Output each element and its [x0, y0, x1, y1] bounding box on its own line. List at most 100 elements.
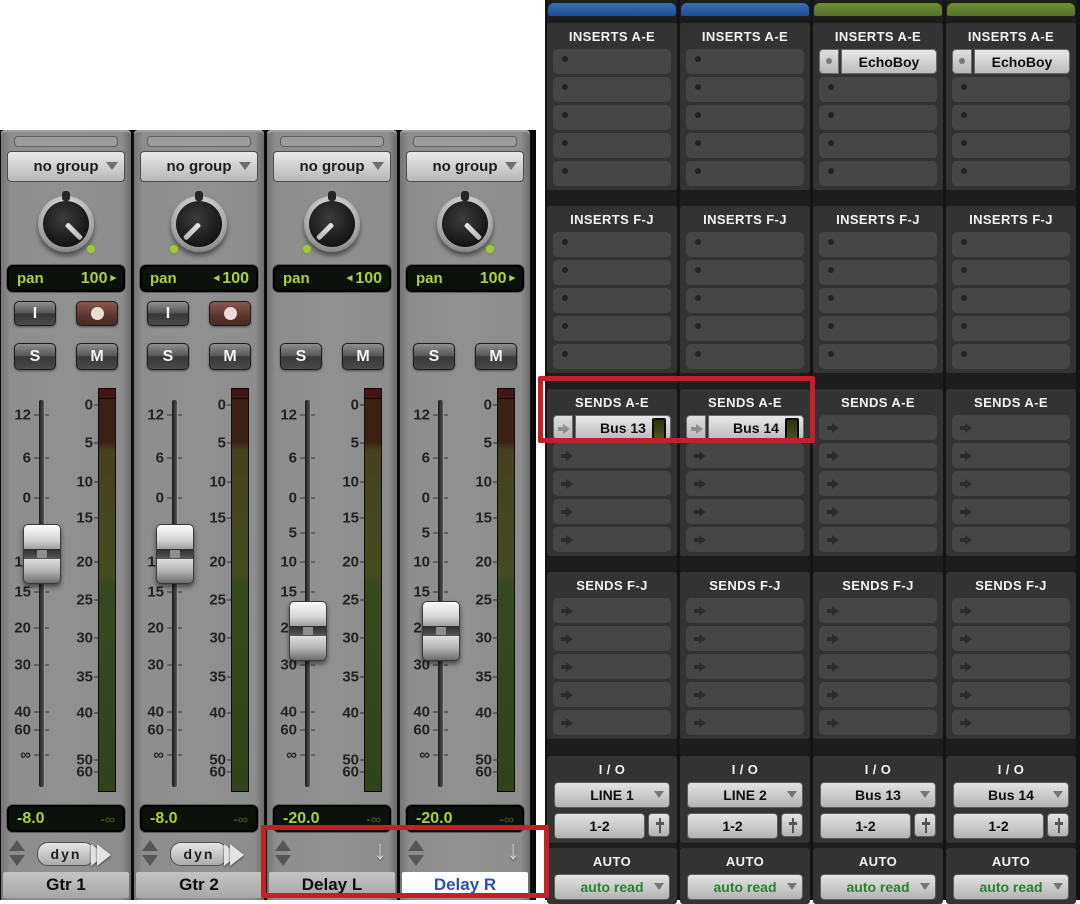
- automation-mode-selector[interactable]: auto read: [687, 874, 803, 900]
- send-slot-empty[interactable]: [686, 527, 804, 552]
- automation-mode-selector[interactable]: auto read: [953, 874, 1069, 900]
- fader-cap[interactable]: [23, 524, 61, 584]
- output-window-button[interactable]: [781, 813, 803, 837]
- insert-slot-empty[interactable]: [553, 232, 671, 257]
- voice-selector[interactable]: [142, 840, 160, 868]
- send-slot-empty[interactable]: [952, 527, 1070, 552]
- send-slot-empty[interactable]: [819, 598, 937, 623]
- input-selector[interactable]: Bus 14: [953, 782, 1069, 808]
- output-window-button[interactable]: [1047, 813, 1069, 837]
- volume-display[interactable]: -20.0-∞: [405, 804, 525, 833]
- insert-slot-empty[interactable]: [819, 344, 937, 369]
- send-mute-button[interactable]: [553, 415, 573, 440]
- output-selector[interactable]: 1-2: [687, 813, 778, 839]
- fader-cap[interactable]: [422, 601, 460, 661]
- input-selector[interactable]: LINE 1: [554, 782, 670, 808]
- send-slot-empty[interactable]: [553, 499, 671, 524]
- insert-slot-empty[interactable]: [686, 77, 804, 102]
- insert-name-button[interactable]: EchoBoy: [841, 49, 937, 74]
- insert-slot-empty[interactable]: [686, 161, 804, 186]
- send-slot-empty[interactable]: [819, 682, 937, 707]
- send-slot-empty[interactable]: [952, 710, 1070, 735]
- output-selector[interactable]: 1-2: [820, 813, 911, 839]
- send-slot-empty[interactable]: [819, 654, 937, 679]
- narrow-view-arrow-icon[interactable]: ↓: [374, 835, 388, 866]
- send-slot-empty[interactable]: [553, 471, 671, 496]
- automation-mode-selector[interactable]: auto read: [554, 874, 670, 900]
- insert-slot-empty[interactable]: [686, 316, 804, 341]
- insert-slot-empty[interactable]: [553, 133, 671, 158]
- send-slot-empty[interactable]: [686, 499, 804, 524]
- output-selector[interactable]: 1-2: [554, 813, 645, 839]
- send-slot-empty[interactable]: [819, 443, 937, 468]
- insert-slot-empty[interactable]: [819, 133, 937, 158]
- insert-slot-empty[interactable]: [819, 260, 937, 285]
- insert-slot-empty[interactable]: [553, 260, 671, 285]
- narrow-view-arrow-icon[interactable]: ↓: [507, 835, 521, 866]
- send-slot-empty[interactable]: [952, 626, 1070, 651]
- input-selector[interactable]: Bus 13: [820, 782, 936, 808]
- insert-slot-empty[interactable]: [952, 288, 1070, 313]
- fader-flip-icon[interactable]: [224, 843, 258, 867]
- insert-slot-empty[interactable]: [952, 133, 1070, 158]
- send-slot-empty[interactable]: [553, 443, 671, 468]
- send-slot-empty[interactable]: [819, 710, 937, 735]
- voice-selector[interactable]: [275, 840, 293, 868]
- insert-slot-empty[interactable]: [553, 77, 671, 102]
- insert-slot-empty[interactable]: [819, 161, 937, 186]
- volume-display[interactable]: -20.0-∞: [272, 804, 392, 833]
- automation-mode-selector[interactable]: auto read: [820, 874, 936, 900]
- insert-slot-empty[interactable]: [819, 232, 937, 257]
- send-slot-empty[interactable]: [686, 598, 804, 623]
- insert-slot-empty[interactable]: [553, 161, 671, 186]
- dyn-button[interactable]: dyn: [37, 842, 95, 866]
- insert-slot-empty[interactable]: [819, 316, 937, 341]
- send-mute-button[interactable]: [686, 415, 706, 440]
- insert-slot-empty[interactable]: [952, 105, 1070, 130]
- insert-slot-empty[interactable]: [686, 344, 804, 369]
- insert-slot-empty[interactable]: [553, 49, 671, 74]
- send-name-button[interactable]: Bus 14: [708, 415, 804, 440]
- insert-slot-empty[interactable]: [686, 133, 804, 158]
- send-slot-empty[interactable]: [819, 415, 937, 440]
- send-slot-empty[interactable]: [952, 415, 1070, 440]
- send-slot-empty[interactable]: [686, 654, 804, 679]
- output-window-button[interactable]: [648, 813, 670, 837]
- send-slot-empty[interactable]: [553, 598, 671, 623]
- insert-bypass-button[interactable]: [952, 49, 972, 74]
- send-slot-empty[interactable]: [819, 626, 937, 651]
- send-slot-empty[interactable]: [686, 710, 804, 735]
- insert-slot-empty[interactable]: [952, 316, 1070, 341]
- send-slot-empty[interactable]: [553, 527, 671, 552]
- insert-slot-empty[interactable]: [952, 344, 1070, 369]
- fader-track[interactable]: [39, 400, 44, 787]
- send-slot-empty[interactable]: [952, 598, 1070, 623]
- send-slot-empty[interactable]: [686, 443, 804, 468]
- insert-slot-empty[interactable]: [686, 232, 804, 257]
- insert-slot-assigned[interactable]: EchoBoy: [952, 49, 1070, 74]
- insert-slot-empty[interactable]: [686, 260, 804, 285]
- volume-display[interactable]: -8.0-∞: [139, 804, 259, 833]
- fader-cap[interactable]: [156, 524, 194, 584]
- send-slot-assigned[interactable]: Bus 14: [686, 415, 804, 440]
- output-selector[interactable]: 1-2: [953, 813, 1044, 839]
- insert-slot-empty[interactable]: [553, 344, 671, 369]
- send-slot-empty[interactable]: [686, 471, 804, 496]
- insert-slot-empty[interactable]: [819, 288, 937, 313]
- send-slot-empty[interactable]: [952, 443, 1070, 468]
- insert-bypass-button[interactable]: [819, 49, 839, 74]
- send-slot-empty[interactable]: [686, 626, 804, 651]
- send-slot-empty[interactable]: [952, 654, 1070, 679]
- track-name[interactable]: Gtr 2: [136, 872, 262, 898]
- track-name[interactable]: Delay R: [402, 872, 528, 898]
- send-slot-empty[interactable]: [952, 471, 1070, 496]
- voice-selector[interactable]: [408, 840, 426, 868]
- send-slot-empty[interactable]: [553, 626, 671, 651]
- insert-slot-empty[interactable]: [952, 260, 1070, 285]
- track-name[interactable]: Delay L: [269, 872, 395, 898]
- insert-slot-empty[interactable]: [952, 77, 1070, 102]
- send-slot-empty[interactable]: [952, 682, 1070, 707]
- send-slot-assigned[interactable]: Bus 13: [553, 415, 671, 440]
- send-name-button[interactable]: Bus 13: [575, 415, 671, 440]
- output-window-button[interactable]: [914, 813, 936, 837]
